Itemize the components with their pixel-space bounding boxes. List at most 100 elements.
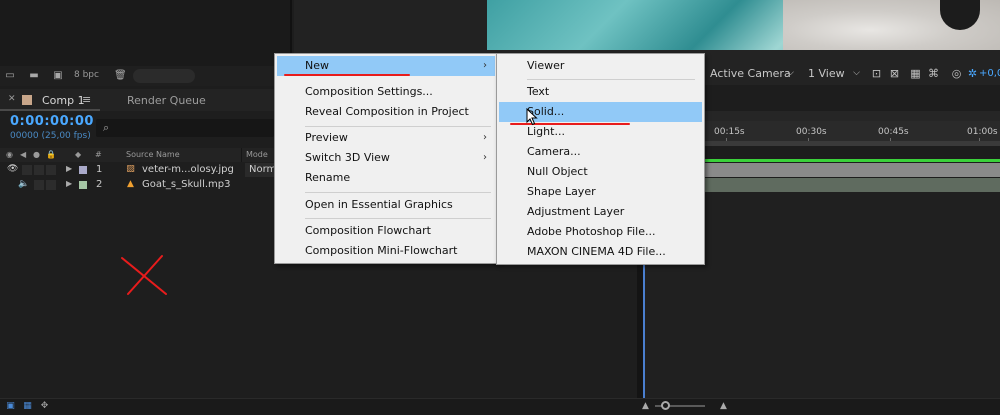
lock-icon[interactable]: 🔒	[46, 150, 56, 160]
timeline-bottom-bar: ▣ ▦ ✥ ▲ ▲	[0, 398, 1000, 415]
chevron-down-icon[interactable]: ⌵	[850, 67, 863, 80]
transfer-controls-icon[interactable]: ▦	[22, 401, 33, 412]
layer-column-header: ◉ ◀ ● 🔒 ◆ # Source Name	[0, 148, 274, 162]
exposure-value[interactable]: +0,0	[979, 66, 1000, 82]
mode-column-header[interactable]: Mode	[241, 148, 277, 162]
zoom-out-icon[interactable]: ▲	[640, 401, 651, 412]
new-composition-icon[interactable]: ▣	[52, 70, 64, 81]
menu-item-label: Null Object	[527, 165, 588, 178]
menu-item-label: Viewer	[527, 59, 565, 72]
close-icon[interactable]: ✕	[8, 94, 16, 104]
bit-depth-label[interactable]: 8 bpc	[74, 70, 99, 80]
fast-previews-icon[interactable]: ⊠	[888, 67, 901, 80]
audio-toggle-cell[interactable]	[22, 165, 32, 175]
menu-item-new[interactable]: New ›	[277, 56, 495, 76]
tab-label: Comp 1	[42, 94, 85, 107]
current-time-display[interactable]: 0:00:00:00	[10, 114, 94, 129]
menu-item-label: Light...	[527, 125, 565, 138]
menu-separator	[305, 218, 491, 219]
menu-item-label: Composition Settings...	[305, 85, 433, 98]
menu-item-composition-mini-flowchart[interactable]: Composition Mini-Flowchart	[277, 241, 495, 261]
tab-comp-1[interactable]: ✕ Comp 1 ≡	[0, 89, 100, 111]
work-area-bar[interactable]	[704, 141, 1000, 146]
menu-item-composition-flowchart[interactable]: Composition Flowchart	[277, 221, 495, 241]
image-icon: ▨	[126, 164, 135, 174]
menu-separator	[305, 192, 491, 193]
layer-row[interactable]: 👁 ▶ 1 ▨ veter-m...olosy.jpg	[0, 163, 274, 177]
submenu-item-text[interactable]: Text	[499, 82, 702, 102]
source-name-header[interactable]: Source Name	[126, 150, 180, 160]
red-x-annotation	[121, 255, 167, 295]
camera-select[interactable]: Active Camera	[710, 66, 791, 82]
render-cache-indicator	[704, 159, 1000, 162]
view-layout-select[interactable]: 1 View	[808, 66, 845, 82]
project-search-field[interactable]	[133, 69, 195, 83]
layer-label-color[interactable]	[79, 181, 87, 189]
menu-item-label: Shape Layer	[527, 185, 596, 198]
solo-toggle-cell[interactable]	[34, 180, 44, 190]
expand-triangle-icon[interactable]: ▶	[66, 164, 72, 173]
chevron-down-icon[interactable]: ⌵	[784, 67, 797, 80]
menu-item-label: Switch 3D View	[305, 151, 390, 164]
layer-row[interactable]: 🔈 ▶ 2 ▲ Goat_s_Skull.mp3	[0, 178, 274, 192]
exposure-icon[interactable]: ✲	[966, 67, 979, 80]
submenu-item-cinema4d-file[interactable]: MAXON CINEMA 4D File...	[499, 242, 702, 262]
transparency-grid-icon[interactable]: ▦	[909, 67, 922, 80]
trash-icon[interactable]: 🗑	[114, 70, 127, 81]
blend-mode-select[interactable]: Norm	[245, 163, 276, 177]
frame-rate-display: 00000 (25,00 fps)	[10, 131, 91, 141]
submenu-item-shape-layer[interactable]: Shape Layer	[499, 182, 702, 202]
submenu-item-null-object[interactable]: Null Object	[499, 162, 702, 182]
solo-switch-icon[interactable]: ●	[33, 150, 40, 160]
menu-item-composition-settings[interactable]: Composition Settings...	[277, 82, 495, 102]
speaker-icon[interactable]: 🔈	[18, 179, 29, 189]
reset-exposure-icon[interactable]: ◎	[950, 67, 963, 80]
panel-menu-icon[interactable]: ≡	[82, 93, 91, 106]
audio-switch-icon[interactable]: ◀	[20, 150, 26, 160]
lock-toggle-cell[interactable]	[46, 165, 56, 175]
ruler-tick-label: 00:15s	[714, 127, 745, 137]
layer-number: 2	[96, 179, 103, 190]
expand-triangle-icon[interactable]: ▶	[66, 179, 72, 188]
menu-item-switch-3d-view[interactable]: Switch 3D View ›	[277, 148, 495, 168]
menu-item-open-essential-graphics[interactable]: Open in Essential Graphics	[277, 195, 495, 215]
menu-item-rename[interactable]: Rename	[277, 168, 495, 188]
menu-item-label: New	[305, 59, 329, 72]
submenu-item-camera[interactable]: Camera...	[499, 142, 702, 162]
menu-item-preview[interactable]: Preview ›	[277, 128, 495, 148]
toggle-pixel-aspect-icon[interactable]: ⊡	[870, 67, 883, 80]
lock-toggle-cell[interactable]	[46, 180, 56, 190]
project-panel-preview	[0, 0, 292, 66]
viewer-toolbar: Active Camera ⌵ 1 View ⌵ ⊡ ⊠ ▦ ⌘ ◎ ✲ +0,…	[704, 63, 1000, 85]
tab-render-queue[interactable]: Render Queue	[127, 94, 206, 107]
menu-item-label: Camera...	[527, 145, 581, 158]
layer-name[interactable]: veter-m...olosy.jpg	[142, 164, 234, 175]
red-underline-annotation	[284, 74, 410, 76]
time-ruler[interactable]	[704, 121, 1000, 141]
ruler-tick-label: 00:45s	[878, 127, 909, 137]
zoom-in-icon[interactable]: ▲	[718, 401, 729, 412]
submenu-item-photoshop-file[interactable]: Adobe Photoshop File...	[499, 222, 702, 242]
eye-icon[interactable]: 👁	[7, 164, 18, 174]
layer-switches-icon[interactable]: ▣	[5, 401, 16, 412]
layer-name[interactable]: Goat_s_Skull.mp3	[142, 179, 230, 190]
layer-label-color[interactable]	[79, 166, 87, 174]
timeline-search-input[interactable]: ⌕	[96, 119, 274, 137]
solo-toggle-cell[interactable]	[34, 165, 44, 175]
interpret-footage-icon[interactable]: ▭	[4, 70, 16, 81]
zoom-slider-handle[interactable]	[661, 401, 670, 410]
layer-duration-bar[interactable]	[704, 178, 1000, 192]
ruler-tick-label: 01:00s	[967, 127, 998, 137]
flowchart-icon[interactable]: ⌘	[927, 67, 940, 80]
chevron-right-icon: ›	[483, 132, 487, 143]
in-out-icon[interactable]: ✥	[39, 401, 50, 412]
label-tag-icon[interactable]: ◆	[75, 150, 81, 160]
video-switch-icon[interactable]: ◉	[6, 150, 13, 160]
new-folder-icon[interactable]: ▬	[28, 70, 40, 81]
submenu-item-adjustment-layer[interactable]: Adjustment Layer	[499, 202, 702, 222]
ruler-tick-label: 00:30s	[796, 127, 827, 137]
active-tab-underline	[0, 109, 100, 111]
submenu-item-viewer[interactable]: Viewer	[499, 56, 702, 76]
menu-item-reveal-composition[interactable]: Reveal Composition in Project	[277, 102, 495, 122]
layer-duration-bar[interactable]	[704, 163, 1000, 177]
